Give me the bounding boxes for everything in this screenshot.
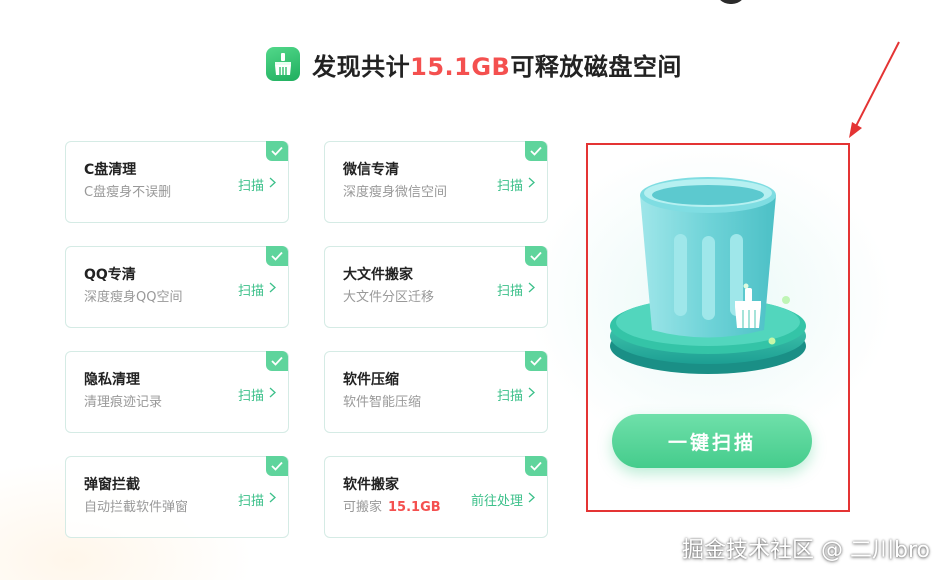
card-description: 深度瘦身微信空间 (343, 185, 448, 200)
reclaimable-size: 15.1GB (410, 52, 511, 81)
checkbox-checked-icon[interactable] (525, 141, 547, 161)
checkbox-checked-icon[interactable] (266, 456, 288, 476)
card-title: 微信专清 (343, 162, 399, 178)
chevron-right-icon (269, 177, 276, 192)
scan-link[interactable]: 扫描 (238, 385, 276, 404)
scan-link[interactable]: 扫描 (497, 175, 535, 194)
card-software-compress[interactable]: 软件压缩 软件智能压缩 扫描 (324, 351, 548, 433)
card-title: 软件搬家 (343, 477, 399, 493)
chevron-right-icon (269, 387, 276, 402)
card-title: C盘清理 (84, 162, 137, 178)
card-description: 深度瘦身QQ空间 (84, 290, 183, 305)
card-qq-clean[interactable]: QQ专清 深度瘦身QQ空间 扫描 (65, 246, 289, 328)
watermark-text: 掘金技术社区 @ 二川bro (682, 538, 930, 563)
page-title: 发现共计15.1GB可释放磁盘空间 (312, 52, 682, 81)
card-description: 清理痕迹记录 (84, 395, 163, 410)
card-description: 大文件分区迁移 (343, 290, 435, 305)
card-title: 大文件搬家 (343, 267, 413, 283)
chevron-right-icon (269, 282, 276, 297)
checkbox-checked-icon[interactable] (525, 351, 547, 371)
card-title: 弹窗拦截 (84, 477, 140, 493)
card-title: 软件压缩 (343, 372, 399, 388)
scan-link[interactable]: 扫描 (238, 280, 276, 299)
card-software-move[interactable]: 软件搬家 可搬家 15.1GB 前往处理 (324, 456, 548, 538)
broom-icon (266, 47, 301, 81)
checkbox-checked-icon[interactable] (266, 246, 288, 266)
scan-link[interactable]: 扫描 (497, 280, 535, 299)
highlight-box (586, 143, 850, 512)
checkbox-checked-icon[interactable] (525, 456, 547, 476)
go-process-link[interactable]: 前往处理 (471, 490, 535, 509)
annotation-arrow-icon (849, 41, 900, 138)
chevron-right-icon (269, 492, 276, 507)
card-description: C盘瘦身不误删 (84, 185, 172, 200)
checkbox-checked-icon[interactable] (266, 141, 288, 161)
chevron-right-icon (528, 177, 535, 192)
card-wechat-clean[interactable]: 微信专清 深度瘦身微信空间 扫描 (324, 141, 548, 223)
card-title: QQ专清 (84, 267, 136, 283)
scan-link[interactable]: 扫描 (238, 490, 276, 509)
scan-link[interactable]: 扫描 (497, 385, 535, 404)
movable-size: 15.1GB (388, 500, 441, 515)
chevron-right-icon (528, 492, 535, 507)
card-description: 可搬家 15.1GB (343, 500, 441, 515)
scan-link[interactable]: 扫描 (238, 175, 276, 194)
chevron-right-icon (528, 387, 535, 402)
page-header: 发现共计15.1GB可释放磁盘空间 (0, 44, 948, 84)
checkbox-checked-icon[interactable] (266, 351, 288, 371)
checkbox-checked-icon[interactable] (525, 246, 547, 266)
chevron-right-icon (528, 282, 535, 297)
card-large-file-move[interactable]: 大文件搬家 大文件分区迁移 扫描 (324, 246, 548, 328)
card-description: 软件智能压缩 (343, 395, 422, 410)
card-c-drive-clean[interactable]: C盘清理 C盘瘦身不误删 扫描 (65, 141, 289, 223)
card-description: 自动拦截软件弹窗 (84, 500, 189, 515)
card-privacy-clean[interactable]: 隐私清理 清理痕迹记录 扫描 (65, 351, 289, 433)
card-title: 隐私清理 (84, 372, 140, 388)
card-popup-block[interactable]: 弹窗拦截 自动拦截软件弹窗 扫描 (65, 456, 289, 538)
